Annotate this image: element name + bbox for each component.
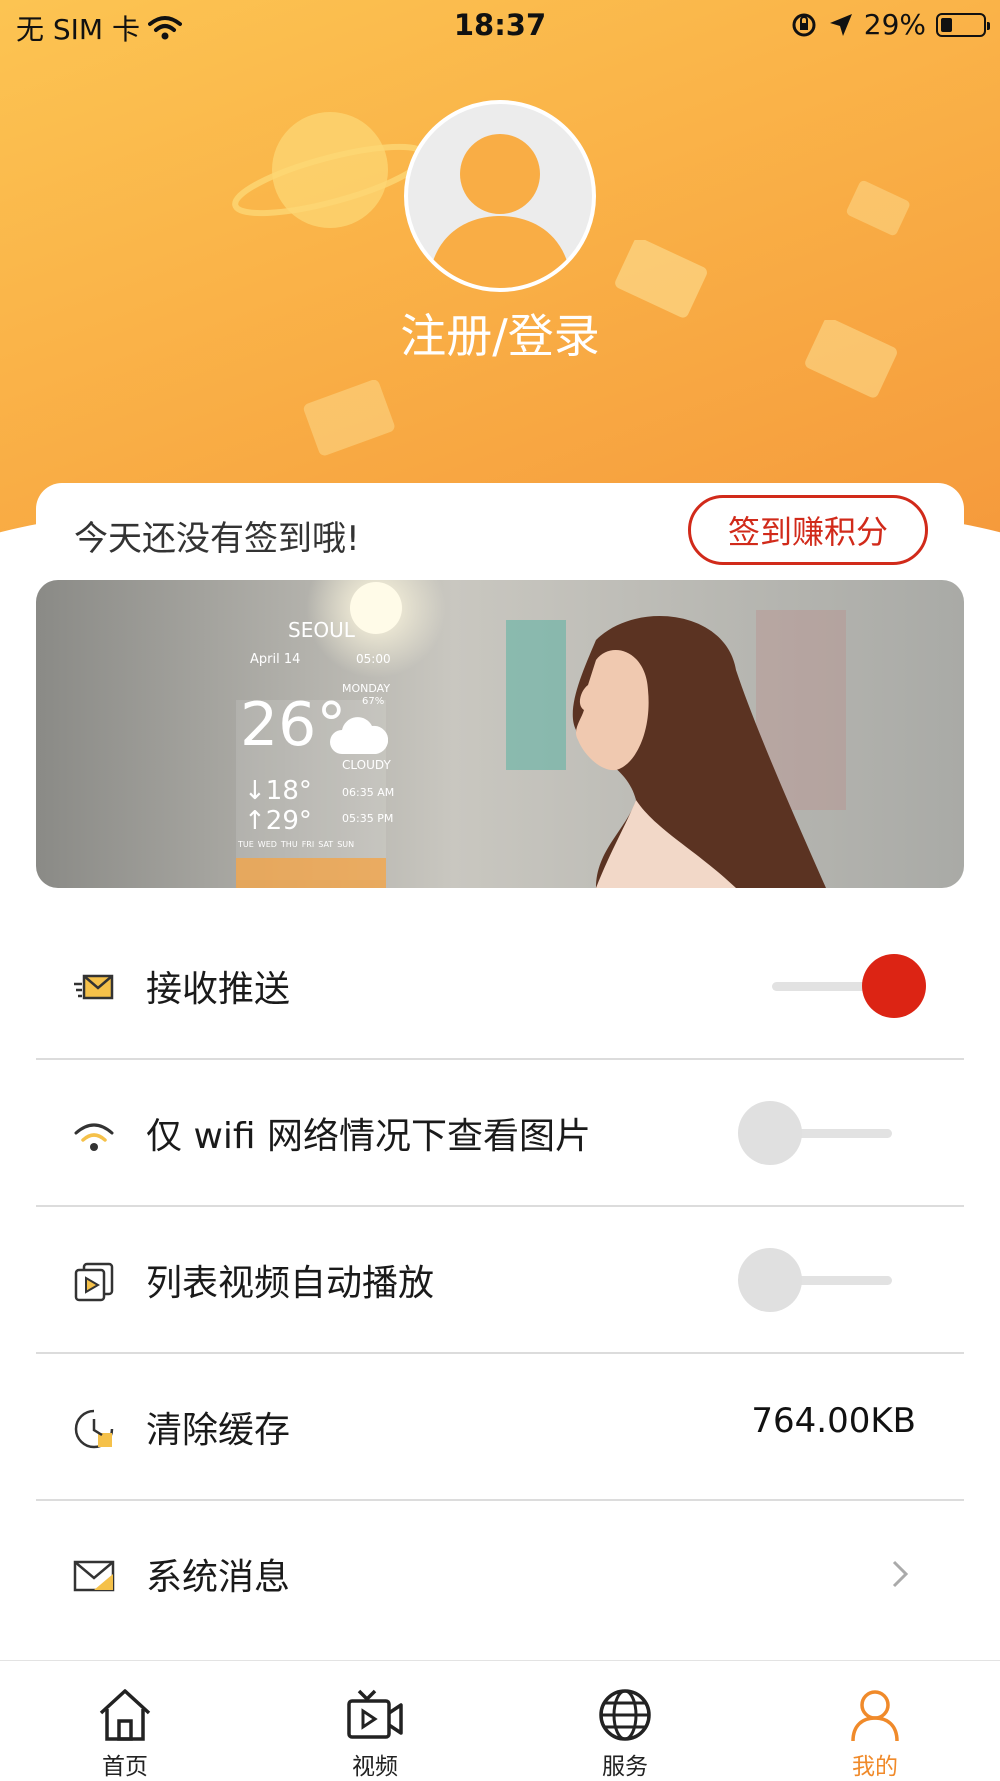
tab-services[interactable]: 服务 [500, 1661, 750, 1780]
checkin-message: 今天还没有签到哦! [74, 519, 360, 559]
tab-home[interactable]: 首页 [0, 1661, 250, 1780]
weather-sunrise: 06:35 AM [342, 786, 395, 799]
globe-icon [599, 1689, 651, 1741]
tab-label: 首页 [102, 1754, 148, 1780]
setting-row-system-messages[interactable]: 系统消息 [36, 1500, 964, 1648]
weather-day: MONDAY [342, 682, 391, 695]
video-list-icon [74, 1262, 114, 1302]
weather-low: ↓18° [244, 776, 312, 806]
clock-icon [74, 1409, 114, 1449]
setting-row-push: 接收推送 [36, 912, 964, 1060]
wifi-icon [74, 1123, 114, 1151]
person-icon [851, 1690, 899, 1742]
setting-row-autoplay: 列表视频自动播放 [36, 1206, 964, 1354]
battery-icon [936, 12, 990, 37]
document-decoration [846, 180, 910, 236]
cache-size: 764.00KB [751, 1401, 916, 1441]
tab-label: 视频 [352, 1754, 398, 1780]
video-icon [347, 1689, 403, 1739]
forecast-day: TUE [238, 840, 254, 849]
document-decoration [303, 380, 395, 456]
setting-label: 清除缓存 [146, 1410, 291, 1451]
planet-decoration [232, 112, 428, 228]
weather-humidity: 67% [362, 696, 385, 707]
setting-row-wifi-images: 仅 wifi 网络情况下查看图片 [36, 1059, 964, 1207]
forecast-day: SUN [337, 840, 355, 849]
weather-forecast: TUE WED THU FRI SAT SUN [238, 840, 354, 849]
location-icon [829, 13, 852, 36]
chevron-right-icon [892, 1560, 909, 1588]
tab-label: 我的 [852, 1754, 898, 1780]
bottom-tab-bar: 首页 视频 服务 我的 [0, 1660, 1000, 1780]
toggle-knob [738, 1248, 802, 1312]
setting-label: 系统消息 [146, 1557, 291, 1598]
battery-percent: 29% [863, 8, 926, 41]
default-avatar-icon [428, 134, 572, 288]
weather-city: SEOUL [288, 618, 355, 642]
setting-label: 接收推送 [146, 969, 291, 1010]
forecast-day: SAT [318, 840, 334, 849]
setting-label: 列表视频自动播放 [146, 1263, 435, 1304]
autoplay-toggle[interactable] [738, 1245, 902, 1315]
weather-high: ↑29° [244, 806, 312, 836]
setting-row-clear-cache[interactable]: 清除缓存 764.00KB [36, 1353, 964, 1501]
login-register-link[interactable]: 注册/登录 [0, 300, 1000, 366]
checkin-button[interactable]: 签到赚积分 [688, 495, 928, 565]
weather-clock: 05:00 [356, 652, 391, 666]
setting-label: 仅 wifi 网络情况下查看图片 [146, 1116, 592, 1157]
push-toggle[interactable] [762, 951, 926, 1021]
weather-date: April 14 [250, 652, 301, 667]
promo-banner[interactable]: SEOUL April 14 05:00 MONDAY 67% 26° CLOU… [36, 580, 964, 888]
mail-icon [73, 1560, 115, 1592]
forecast-day: FRI [301, 840, 315, 849]
avatar[interactable] [404, 100, 596, 292]
weather-sunset: 05:35 PM [342, 812, 394, 825]
envelope-send-icon [74, 974, 114, 1000]
banner-image [36, 580, 964, 888]
home-icon [99, 1689, 151, 1741]
checkin-card: 今天还没有签到哦! 签到赚积分 [36, 483, 964, 593]
orientation-lock-icon [792, 13, 816, 36]
forecast-day: WED [257, 840, 277, 849]
weather-condition: CLOUDY [342, 758, 391, 772]
tab-video[interactable]: 视频 [250, 1661, 500, 1780]
wifi-images-toggle[interactable] [738, 1098, 902, 1168]
status-bar: 无 SIM 卡 18:37 29% [0, 0, 1000, 50]
toggle-knob [738, 1101, 802, 1165]
toggle-knob [862, 954, 926, 1018]
forecast-day: THU [280, 840, 298, 849]
cloud-icon [330, 717, 388, 754]
tab-mine[interactable]: 我的 [750, 1661, 1000, 1780]
tab-label: 服务 [602, 1754, 648, 1780]
